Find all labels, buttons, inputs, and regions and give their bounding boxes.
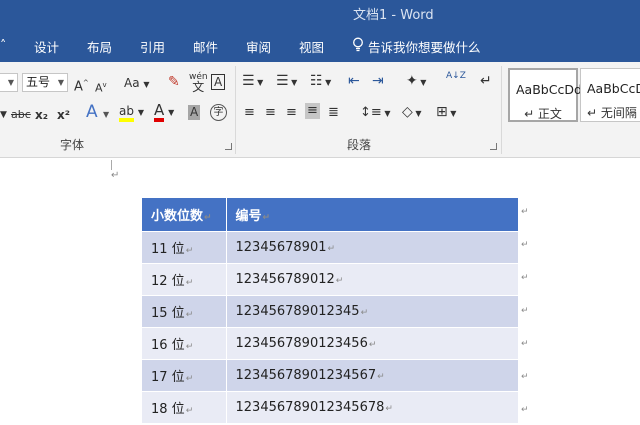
show-marks-icon[interactable]: ↵ bbox=[480, 73, 492, 89]
table-row: 11 位↵ 12345678901↵ bbox=[142, 231, 519, 264]
style-sample: AaBbCcDd bbox=[587, 81, 640, 96]
font-dialog-launcher-icon[interactable] bbox=[225, 143, 232, 150]
font-group-label: 字体 bbox=[60, 138, 85, 152]
superscript-button[interactable]: x² bbox=[57, 107, 70, 123]
highlight-button[interactable]: ab ▼ bbox=[119, 103, 144, 122]
table-cell[interactable]: 12 位↵ bbox=[142, 263, 227, 296]
table-cell[interactable]: 15 位↵ bbox=[142, 295, 227, 328]
font-size-value: 五号 bbox=[26, 75, 51, 89]
table-cell[interactable]: 1234567890123456↵ bbox=[226, 327, 519, 360]
tab-view[interactable]: 视图 bbox=[299, 37, 324, 56]
table-row: 17 位↵ 12345678901234567↵ bbox=[142, 359, 519, 392]
align-left-icon[interactable]: ≡ bbox=[244, 105, 255, 121]
tab-scroll-left-icon[interactable]: ˄ bbox=[0, 37, 6, 52]
text-effects-button[interactable]: A ▼ bbox=[86, 104, 109, 123]
font-name-combo[interactable]: ▼ bbox=[0, 73, 18, 92]
table-cell[interactable]: 17 位↵ bbox=[142, 359, 227, 392]
style-name: ↵ 无间隔 bbox=[587, 106, 637, 120]
change-case-button[interactable]: Aa ▼ bbox=[124, 75, 150, 93]
tell-me-search[interactable]: 告诉我你想要做什么 bbox=[368, 37, 481, 56]
subscript-button[interactable]: x₂ bbox=[35, 107, 48, 123]
table-row: 12 位↵ 123456789012↵ bbox=[142, 263, 519, 296]
sort-button[interactable]: A↓Z bbox=[446, 72, 466, 81]
tab-mailings[interactable]: 邮件 bbox=[193, 37, 218, 56]
align-center-icon[interactable]: ≡ bbox=[265, 105, 276, 121]
window-title: 文档1 - Word bbox=[353, 8, 434, 23]
shrink-font-button[interactable]: Av bbox=[95, 77, 107, 97]
table-header-row: 小数位数↵ 编号↵ bbox=[142, 198, 519, 232]
table-cell[interactable]: 11 位↵ bbox=[142, 231, 227, 264]
group-separator bbox=[501, 66, 502, 154]
shading-icon[interactable]: ◇ ▼ bbox=[402, 104, 421, 122]
group-separator bbox=[235, 66, 236, 154]
header-cell[interactable]: 编号↵ bbox=[226, 198, 519, 232]
line-spacing-icon[interactable]: ↕≡ ▼ bbox=[360, 105, 391, 122]
margin-marker bbox=[111, 160, 112, 170]
table-row: 16 位↵ 1234567890123456↵ bbox=[142, 327, 519, 360]
align-right-icon[interactable]: ≡ bbox=[286, 105, 297, 121]
row-end-mark: ↵ bbox=[521, 405, 529, 415]
style-no-spacing[interactable]: AaBbCcDd ↵ 无间隔 bbox=[580, 68, 640, 122]
row-end-mark: ↵ bbox=[521, 339, 529, 349]
decrease-indent-icon[interactable]: ⇤ bbox=[348, 73, 360, 89]
row-end-mark: ↵ bbox=[521, 273, 529, 283]
multilevel-list-icon[interactable]: ☷ ▼ bbox=[310, 73, 331, 91]
row-end-mark: ↵ bbox=[521, 372, 529, 382]
chevron-down-icon: ▼ bbox=[7, 78, 14, 87]
font-color-button[interactable]: A ▼ bbox=[154, 103, 174, 122]
table-cell[interactable]: 123456789012↵ bbox=[226, 263, 519, 296]
row-end-mark: ↵ bbox=[521, 240, 529, 250]
paragraph-group-label: 段落 bbox=[347, 138, 372, 152]
table-cell[interactable]: 123456789012345678↵ bbox=[226, 391, 519, 424]
tab-references[interactable]: 引用 bbox=[140, 37, 165, 56]
paragraph-dialog-launcher-icon[interactable] bbox=[490, 143, 497, 150]
data-table[interactable]: 小数位数↵ 编号↵ 11 位↵ 12345678901↵ 12 位↵ 12345… bbox=[142, 198, 519, 424]
table-cell[interactable]: 18 位↵ bbox=[142, 391, 227, 424]
tab-layout[interactable]: 布局 bbox=[87, 37, 112, 56]
table-cell[interactable]: 16 位↵ bbox=[142, 327, 227, 360]
strikethrough-button[interactable]: abc bbox=[11, 107, 31, 123]
lightbulb-icon bbox=[353, 37, 363, 52]
title-bar: 文档1 - Word bbox=[0, 0, 640, 26]
header-cell[interactable]: 小数位数↵ bbox=[142, 198, 227, 232]
char-shading-button[interactable]: A bbox=[188, 105, 201, 120]
table-row: 15 位↵ 123456789012345↵ bbox=[142, 295, 519, 328]
chevron-down-icon: ▼ bbox=[57, 78, 64, 87]
borders-icon[interactable]: ⊞ ▼ bbox=[436, 104, 456, 122]
tab-design[interactable]: 设计 bbox=[34, 37, 59, 56]
table-row: 18 位↵ 123456789012345678↵ bbox=[142, 391, 519, 424]
table-cell[interactable]: 123456789012345↵ bbox=[226, 295, 519, 328]
tab-review[interactable]: 审阅 bbox=[246, 37, 271, 56]
grow-font-button[interactable]: A^ bbox=[74, 75, 89, 95]
clear-format-icon[interactable]: ✎ bbox=[168, 74, 180, 90]
style-sample: AaBbCcDd bbox=[516, 82, 582, 97]
phonetic-guide-button[interactable]: wén 文 bbox=[189, 72, 208, 94]
table-cell[interactable]: 12345678901↵ bbox=[226, 231, 519, 264]
style-name: ↵ 正文 bbox=[524, 107, 562, 121]
bullets-icon[interactable]: ☰ ▼ bbox=[242, 73, 263, 91]
row-end-mark: ↵ bbox=[521, 306, 529, 316]
distribute-icon[interactable]: ≣ bbox=[328, 105, 339, 121]
table-cell[interactable]: 12345678901234567↵ bbox=[226, 359, 519, 392]
enclose-char-button[interactable]: 字 bbox=[210, 104, 227, 121]
font-size-combo[interactable]: 五号 ▼ bbox=[22, 73, 68, 92]
numbering-icon[interactable]: ☰ ▼ bbox=[276, 73, 297, 91]
paragraph-mark: ↵ bbox=[111, 170, 120, 181]
dropdown-arrow-icon[interactable]: ▼ bbox=[0, 107, 7, 123]
row-end-mark: ↵ bbox=[521, 207, 529, 217]
ribbon-tabs: ˄ 设计 布局 引用 邮件 审阅 视图 告诉我你想要做什么 bbox=[0, 26, 640, 62]
justify-icon[interactable]: ≡ bbox=[305, 103, 320, 119]
chinese-layout-icon[interactable]: ✦ ▼ bbox=[406, 73, 426, 91]
style-normal[interactable]: AaBbCcDd ↵ 正文 bbox=[508, 68, 582, 122]
increase-indent-icon[interactable]: ⇥ bbox=[372, 73, 384, 89]
char-border-button[interactable]: A bbox=[211, 74, 226, 90]
